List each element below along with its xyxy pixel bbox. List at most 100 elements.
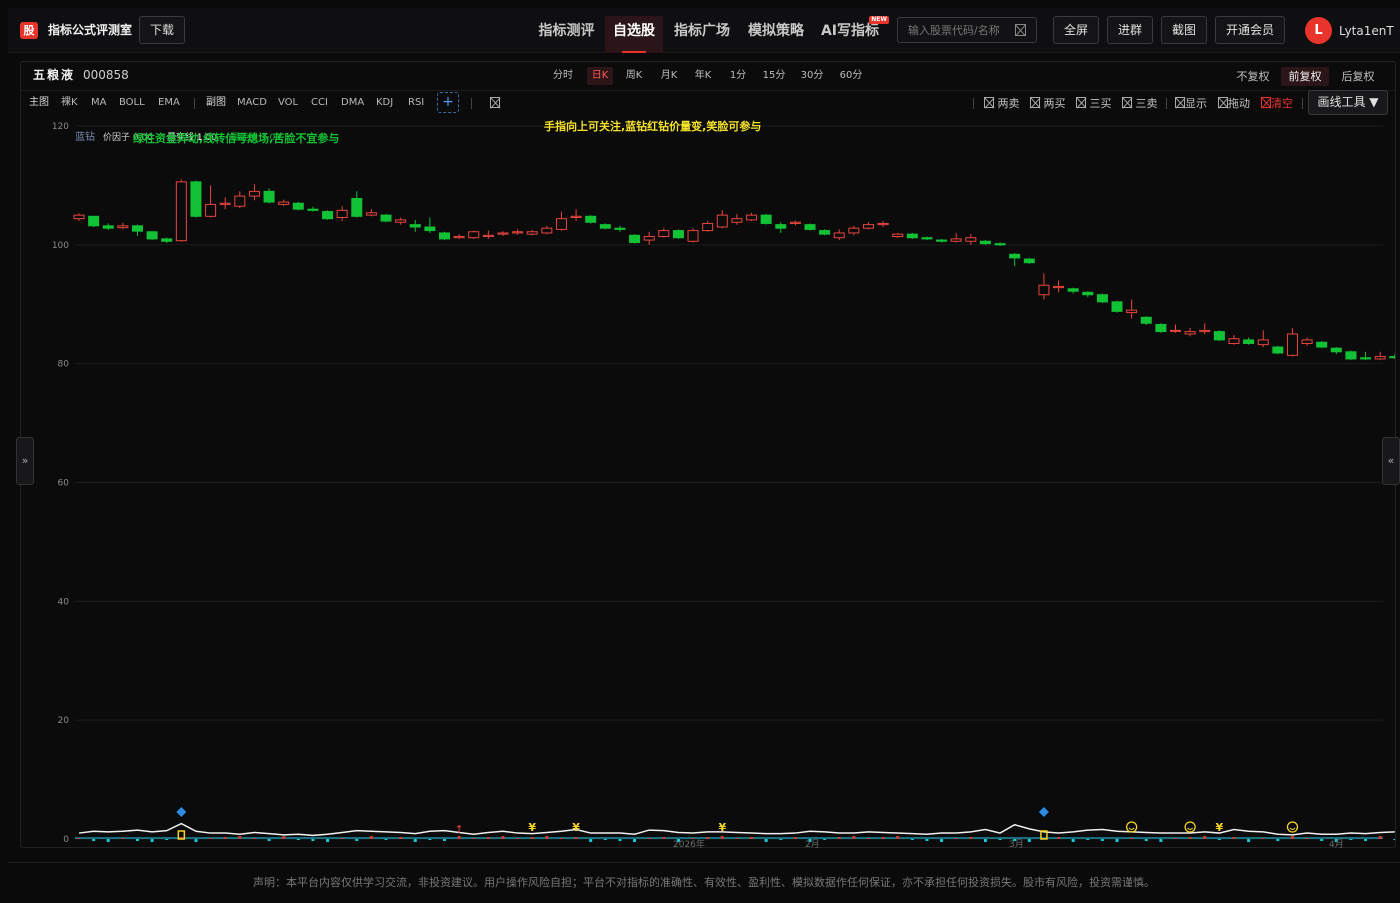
indicator-bar [954,838,958,839]
tool-two-sell[interactable]: 两卖 [984,96,1020,111]
tool-drag[interactable]: 拖动 [1218,96,1250,111]
tool-show[interactable]: 显示 [1175,96,1207,111]
fullscreen-button[interactable]: 全屏 [1053,16,1099,44]
nav-tab-indicator-plaza[interactable]: 指标广场 [667,16,737,53]
candle-body [1023,258,1035,264]
download-button[interactable]: 下载 [139,16,185,44]
period-tab-weekly[interactable]: 周K [621,67,647,85]
sub-indicator-dma[interactable]: DMA [341,96,364,110]
indicator-bar [457,836,461,839]
sub-indicator-vol[interactable]: VOL [278,96,298,110]
tool-drag-label: 拖动 [1228,97,1250,110]
indicator-bar [618,839,622,841]
candle-body [585,215,597,223]
indicator-bar [633,839,637,842]
screenshot-button[interactable]: 截图 [1161,16,1207,44]
candle-body [512,231,524,234]
indicator-line [78,822,1395,837]
indicator-bar [735,838,739,839]
period-tab-60min[interactable]: 60分 [836,67,866,85]
sub-indicator-kdj[interactable]: KDJ [376,96,393,110]
join-group-button[interactable]: 进群 [1107,16,1153,44]
stock-name: 五粮液 [33,68,76,82]
user-avatar[interactable]: L [1305,17,1332,44]
nav-tab-ai-indicator[interactable]: AI写指标 NEW [815,16,889,53]
candle-body [629,234,641,243]
indicator-bar [530,837,534,839]
nav-tab-watchlist[interactable]: 自选股 [605,16,663,53]
indicator-bar [866,838,870,839]
candlestick-chart-area[interactable]: 0 20 40 60 80 100 120 ↑ ¥ ¥ ¥ ¥ 2026年 2月 3月 4月 蓝钻 价因子… [21,118,1400,850]
candle-body [950,238,962,242]
sub-indicator-cci[interactable]: CCI [311,96,328,110]
sub-indicator-rsi[interactable]: RSI [408,96,424,110]
smiley-mouth-icon [1128,827,1135,830]
candle-body [599,224,611,229]
y-axis: 0 20 40 60 80 100 120 [52,122,69,845]
y-tick-label: 20 [58,716,70,726]
main-indicator-boll[interactable]: BOLL [119,96,145,110]
candle-body [979,240,991,245]
indicator-bar [1071,839,1075,842]
period-tab-30min[interactable]: 30分 [797,67,827,85]
username-label[interactable]: Lyta1enT [1339,23,1394,39]
stock-code: 000858 [83,68,129,82]
tool-two-sell-label: 两卖 [997,97,1020,110]
tool-two-buy[interactable]: 两买 [1030,96,1066,111]
left-panel-expand-icon[interactable]: » [16,437,34,485]
period-tab-yearly[interactable]: 年K [690,67,716,85]
chart-panel: 五粮液 000858 分时 日K 周K 月K 年K 1分 15分 30分 60分… [20,61,1400,850]
tool-two-buy-label: 两买 [1043,97,1066,110]
sub-indicator-macd[interactable]: MACD [237,96,267,110]
tool-three-sell[interactable]: 三卖 [1122,96,1158,111]
membership-button[interactable]: 开通会员 [1215,16,1285,44]
adjust-backward-tab[interactable]: 后复权 [1336,67,1380,86]
indicator-bar [399,837,403,839]
indicator-bar [1203,836,1207,839]
candle-body [1170,329,1181,332]
indicator-bar [340,838,344,839]
tool-clear-label: 清空 [1271,97,1293,110]
main-indicator-ema[interactable]: EMA [158,96,180,110]
main-indicator-plain-k[interactable]: 裸K [61,96,78,110]
search-clear-icon[interactable] [1015,24,1026,36]
indicator-bar [910,839,914,840]
indicator-bar [1364,839,1368,841]
indicator-bar [428,839,432,840]
indicator-bar [282,836,286,839]
indicator-bar [998,839,1002,840]
candle-body [395,219,407,223]
candle-body [175,181,187,242]
candle-body [541,227,553,234]
period-tab-daily[interactable]: 日K [587,67,613,85]
candle-body [1038,284,1050,296]
candle-body [468,231,480,239]
right-panel-expand-icon[interactable]: « [1382,437,1400,485]
indicator-warning-text: 绿柱资金异动,线转信号熄场,苦脸不宜参与 [133,131,339,145]
period-tab-1min[interactable]: 1分 [725,67,751,85]
adjust-none-tab[interactable]: 不复权 [1232,67,1274,86]
period-tab-intraday[interactable]: 分时 [548,67,578,85]
y-tick-label: 120 [52,122,69,132]
candle-body [131,225,143,232]
drawing-tools-button[interactable]: 画线工具 ▼ [1308,90,1388,115]
indicator-bar [443,839,446,841]
period-tab-15min[interactable]: 15分 [759,67,789,85]
indicator-bar [1100,839,1104,841]
nav-tab-indicator-review[interactable]: 指标测评 [530,16,603,53]
candle-body [1272,346,1284,354]
clear-indicators-icon[interactable] [490,97,500,108]
adjust-forward-tab[interactable]: 前复权 [1281,67,1329,86]
candlestick-chart[interactable]: 0 20 40 60 80 100 120 ↑ ¥ ¥ ¥ ¥ 2026年 2月 3月 4月 蓝钻 价因子… [21,118,1400,850]
smiley-signal-icon [1184,821,1196,833]
main-indicator-ma[interactable]: MA [91,96,106,110]
indicator-bar [940,839,944,842]
tool-clear[interactable]: 清空 [1261,96,1293,111]
candle-body [248,190,260,197]
add-indicator-button[interactable]: + [437,92,459,113]
period-tab-monthly[interactable]: 月K [656,67,682,85]
tool-three-buy[interactable]: 三买 [1076,96,1112,111]
toolbar-separator [1166,98,1167,109]
nav-tab-simulated-strategy[interactable]: 模拟策略 [741,16,811,53]
indicator-bar [311,839,315,841]
